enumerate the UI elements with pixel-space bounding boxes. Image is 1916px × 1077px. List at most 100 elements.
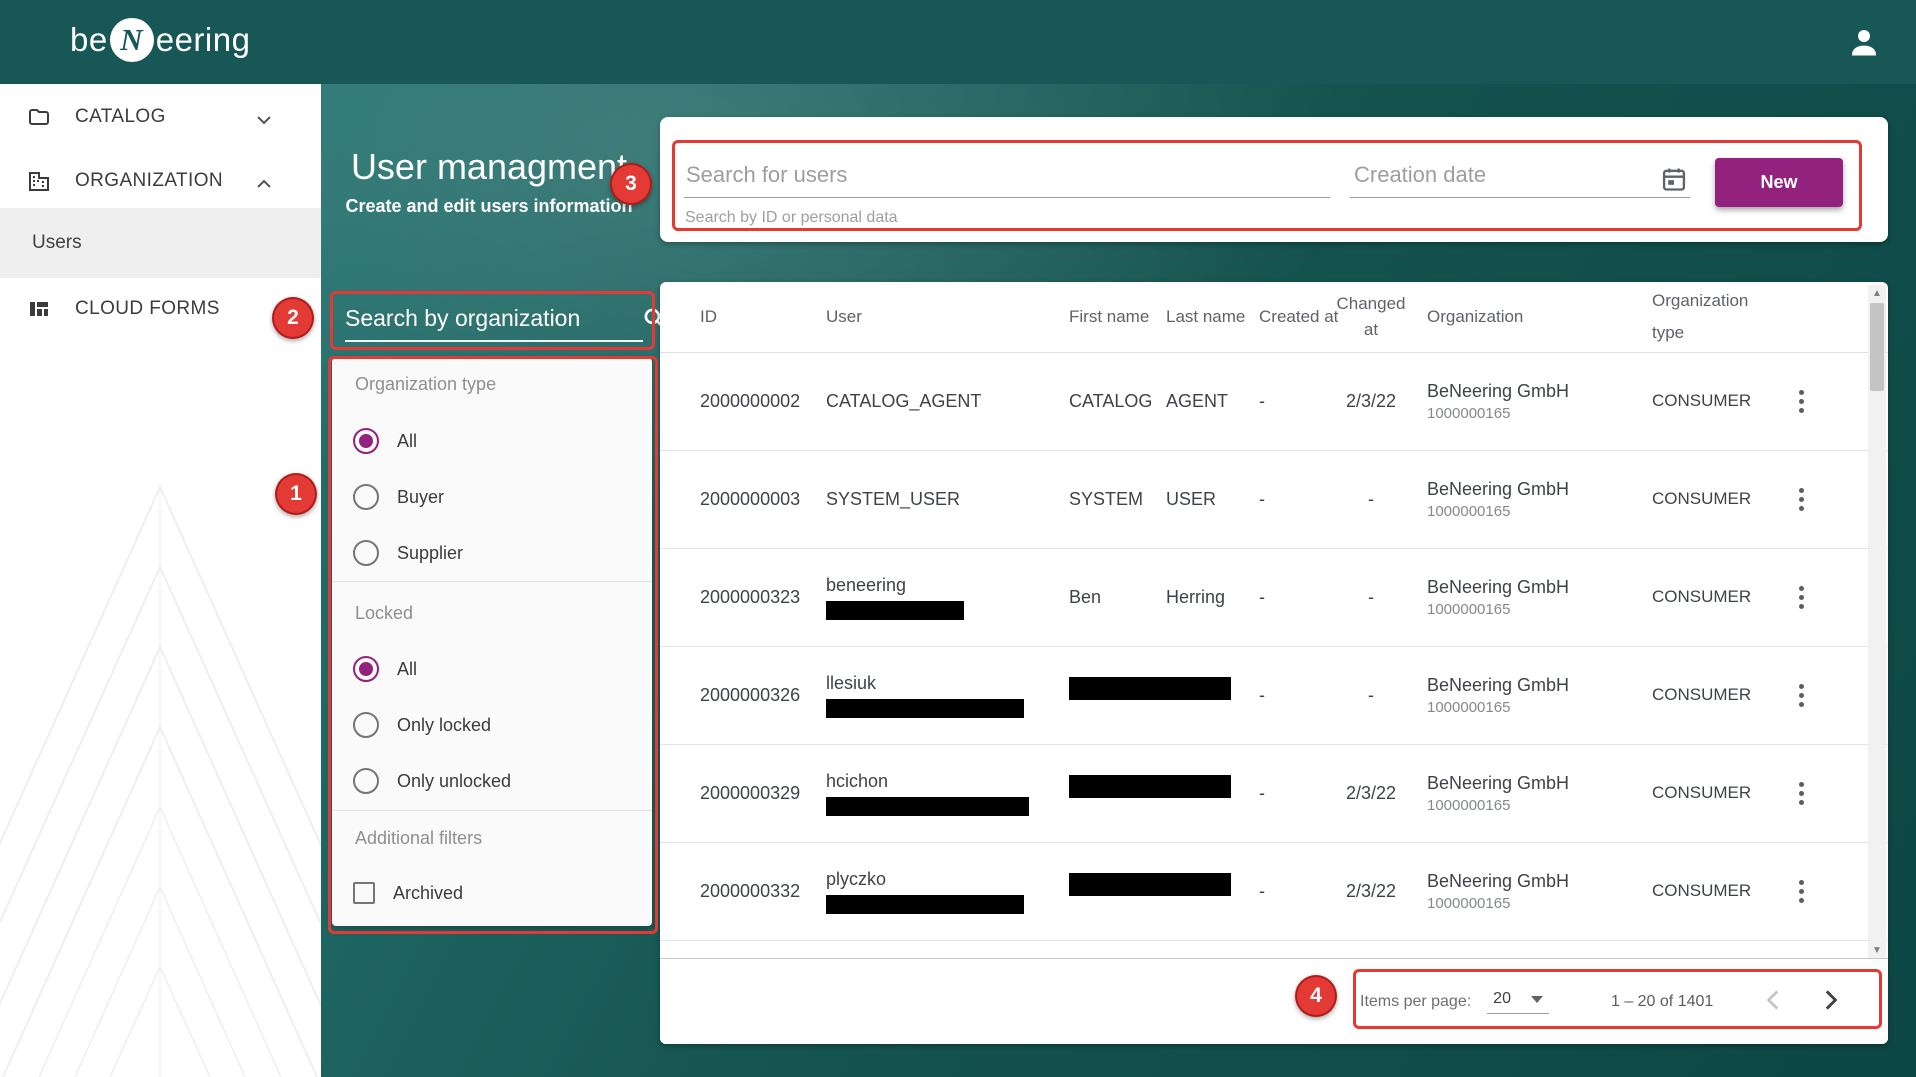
logo-text-prefix: be — [70, 21, 108, 59]
radio-org-type-buyer[interactable]: Buyer — [353, 484, 444, 510]
radio-icon — [353, 712, 379, 738]
filter-section-label: Additional filters — [355, 828, 482, 849]
radio-icon — [353, 540, 379, 566]
scroll-down-icon[interactable]: ▼ — [1868, 942, 1886, 958]
new-user-button[interactable]: New — [1715, 158, 1843, 207]
radio-only-locked[interactable]: Only locked — [353, 712, 491, 738]
cell-id: 2000000332 — [700, 842, 800, 940]
folder-icon — [27, 105, 51, 129]
cell-last-name: AGENT — [1166, 352, 1228, 450]
redaction-bar — [826, 601, 964, 620]
page-title: User managment — [331, 146, 647, 188]
divider — [332, 581, 652, 582]
table-row[interactable]: 2000000002 CATALOG_AGENT CATALOG AGENT -… — [660, 352, 1888, 451]
table-footer: Items per page: 20 1 – 20 of 1401 — [660, 958, 1888, 1044]
cell-organization: BeNeering GmbH1000000165 — [1427, 352, 1569, 450]
radio-org-type-supplier[interactable]: Supplier — [353, 540, 463, 566]
organization-search — [345, 296, 643, 342]
items-per-page-label: Items per page: — [1360, 993, 1471, 1011]
sidebar-item-label: ORGANIZATION — [75, 170, 223, 192]
table-row[interactable]: 2000000003 SYSTEM_USER SYSTEM USER - - B… — [660, 450, 1888, 549]
kebab-menu-icon[interactable] — [1784, 744, 1818, 842]
grid-icon — [27, 297, 51, 321]
cell-changed-at: 2/3/22 — [1340, 744, 1402, 842]
radio-icon — [353, 768, 379, 794]
checkbox-archived[interactable]: Archived — [353, 882, 463, 904]
column-header-changed-at: Changed at — [1340, 282, 1402, 352]
input-underline — [684, 197, 1330, 198]
table-row[interactable]: 2000000329 hcichon - 2/3/22 BeNeering Gm… — [660, 744, 1888, 843]
cell-created-at: - — [1259, 352, 1265, 450]
items-per-page-value: 20 — [1493, 990, 1511, 1008]
redaction-bar — [1069, 775, 1231, 798]
cell-organization-type: CONSUMER — [1652, 548, 1751, 646]
sidebar-item-organization[interactable]: ORGANIZATION — [0, 154, 321, 208]
items-per-page-select[interactable]: 20 — [1487, 990, 1549, 1014]
column-header-organization: Organization — [1427, 282, 1523, 352]
cell-id: 2000000326 — [700, 646, 800, 744]
cell-changed-at: - — [1340, 646, 1402, 744]
kebab-menu-icon[interactable] — [1784, 450, 1818, 548]
user-search-input[interactable] — [684, 161, 1328, 189]
cell-changed-at: 2/3/22 — [1340, 842, 1402, 940]
cell-changed-at: 2/3/22 — [1340, 352, 1402, 450]
sidebar-item-label: CATALOG — [75, 106, 166, 128]
sidebar-item-catalog[interactable]: CATALOG — [0, 90, 321, 144]
filter-section-label: Locked — [355, 603, 413, 624]
scrollbar-thumb[interactable] — [1870, 303, 1884, 391]
sidebar-item-label: CLOUD FORMS — [75, 298, 220, 320]
caret-down-icon — [1531, 996, 1543, 1003]
column-header-first-name: First name — [1069, 282, 1149, 352]
radio-icon — [353, 484, 379, 510]
cell-created-at: - — [1259, 842, 1265, 940]
input-underline — [1350, 197, 1690, 198]
logo-text-suffix: eering — [156, 21, 251, 59]
organization-search-input[interactable] — [345, 305, 641, 332]
radio-only-unlocked[interactable]: Only unlocked — [353, 768, 511, 794]
kebab-menu-icon[interactable] — [1784, 352, 1818, 450]
cell-organization-type: CONSUMER — [1652, 842, 1751, 940]
cell-changed-at: - — [1340, 450, 1402, 548]
pagination: Items per page: 20 1 – 20 of 1401 — [1360, 959, 1843, 1044]
account-icon[interactable] — [1846, 24, 1882, 60]
checkbox-icon — [353, 882, 375, 904]
building-watermark — [0, 377, 321, 1077]
search-hint: Search by ID or personal data — [685, 209, 898, 227]
cell-organization-type: CONSUMER — [1652, 352, 1751, 450]
sidebar-item-cloud-forms[interactable]: CLOUD FORMS — [0, 282, 321, 336]
sidebar-item-label: Users — [32, 232, 82, 254]
kebab-menu-icon[interactable] — [1784, 842, 1818, 940]
sidebar-item-users[interactable]: Users — [0, 208, 321, 278]
table-row[interactable]: 2000000332 plyczko - 2/3/22 BeNeering Gm… — [660, 842, 1888, 941]
radio-selected-icon — [353, 428, 379, 454]
radio-org-type-all[interactable]: All — [353, 428, 417, 454]
cell-last-name: Herring — [1166, 548, 1225, 646]
redaction-bar — [826, 895, 1024, 914]
creation-date-input[interactable] — [1352, 161, 1656, 189]
kebab-menu-icon[interactable] — [1784, 646, 1818, 744]
chevron-left-icon[interactable] — [1761, 987, 1787, 1018]
cell-user: beneering — [826, 548, 964, 646]
cell-first-name: CATALOG — [1069, 352, 1152, 450]
column-header-user: User — [826, 282, 862, 352]
table-row[interactable]: 2000000323 beneering Ben Herring - - BeN… — [660, 548, 1888, 647]
radio-locked-all[interactable]: All — [353, 656, 417, 682]
kebab-menu-icon[interactable] — [1784, 548, 1818, 646]
column-header-created-at: Created at — [1259, 282, 1338, 352]
cell-organization-type: CONSUMER — [1652, 646, 1751, 744]
users-table-card: ID User First name Last name Created at … — [660, 282, 1888, 1044]
chevron-up-icon — [256, 176, 272, 186]
calendar-icon[interactable] — [1660, 165, 1688, 193]
cell-created-at: - — [1259, 646, 1265, 744]
cell-user: hcichon — [826, 744, 1029, 842]
table-row[interactable]: 2000000326 llesiuk - - BeNeering GmbH100… — [660, 646, 1888, 745]
cell-created-at: - — [1259, 548, 1265, 646]
cell-organization-type: CONSUMER — [1652, 450, 1751, 548]
chevron-right-icon[interactable] — [1817, 987, 1843, 1018]
table-scrollbar[interactable]: ▲ ▼ — [1868, 285, 1886, 958]
cell-id: 2000000329 — [700, 744, 800, 842]
column-header-last-name: Last name — [1166, 282, 1245, 352]
cell-changed-at: - — [1340, 548, 1402, 646]
top-bar: beNeering — [0, 0, 1916, 84]
scroll-up-icon[interactable]: ▲ — [1868, 285, 1886, 301]
